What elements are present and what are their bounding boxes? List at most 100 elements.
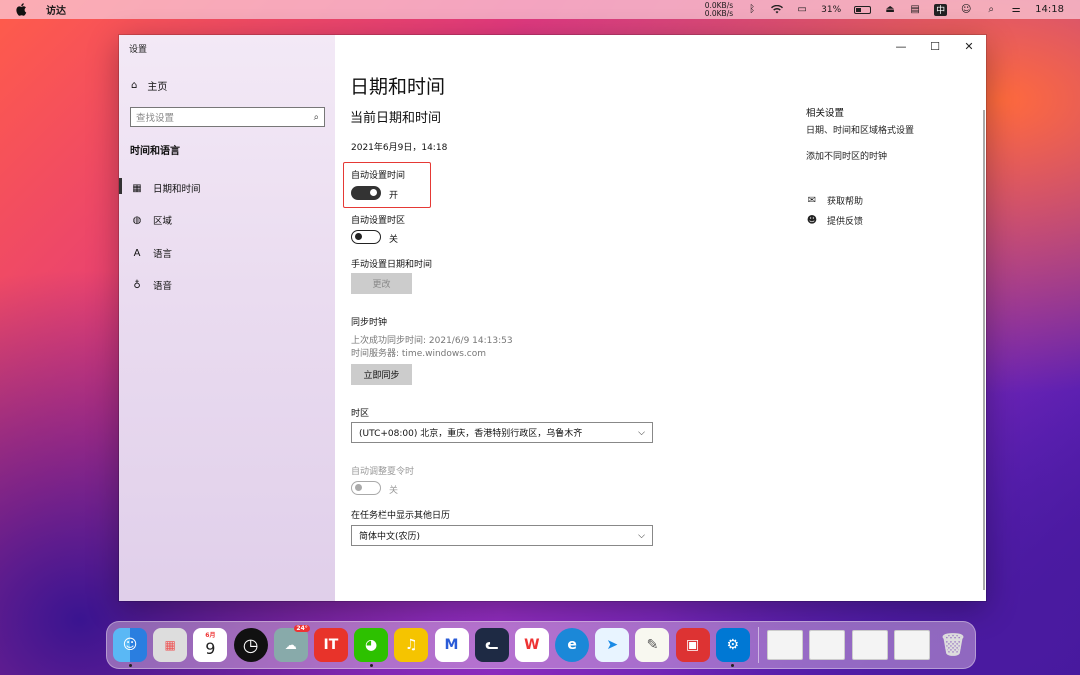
minimized-window-thumb[interactable] [809, 630, 846, 660]
net-down-speed: 0.0KB/s [704, 8, 734, 18]
mindmaster-icon[interactable]: M [434, 628, 469, 662]
search-icon[interactable]: ⌕ [314, 112, 319, 123]
menu-clock[interactable]: 14:18 [1035, 4, 1064, 15]
running-indicator [731, 664, 735, 667]
sync-title: 同步时钟 [351, 318, 388, 328]
launchpad-icon[interactable]: ▦ [153, 628, 188, 662]
calendar-value: 简体中文(农历) [359, 532, 421, 542]
scrollbar[interactable] [983, 110, 985, 590]
home-icon: ⌂ [131, 80, 138, 91]
feedback-icon: ☻ [806, 215, 818, 226]
minimized-window-thumb[interactable] [851, 630, 888, 660]
it-home-icon[interactable]: IT [313, 628, 348, 662]
get-help-label: 获取帮助 [827, 197, 864, 207]
close-button[interactable]: ✕ [952, 35, 986, 57]
apple-icon[interactable] [16, 3, 28, 17]
sidebar-item-date-time[interactable]: ▦ 日期和时间 [119, 178, 201, 195]
microphone-icon: ♁ [133, 279, 141, 291]
auto-time-state: 开 [389, 191, 399, 201]
settings-sidebar: 设置 ⌂ 主页 查找设置 ⌕ 时间和语言 ▦ 日期和时间 ◍ 区域 A 语言 ♁… [119, 35, 335, 601]
page-title: 日期和时间 [350, 76, 446, 98]
send-icon[interactable]: ➤ [595, 628, 630, 662]
change-button[interactable]: 更改 [351, 273, 412, 294]
window-title: 设置 [129, 45, 148, 55]
sidebar-item-speech[interactable]: ♁ 语音 [119, 278, 172, 293]
spotlight-search-icon[interactable]: ⌕ [985, 4, 997, 15]
settings-search-box[interactable]: 查找设置 ⌕ [130, 107, 325, 127]
dock-separator [758, 627, 759, 663]
window-controls: — ☐ ✕ [884, 35, 986, 57]
minimize-button[interactable]: — [884, 35, 918, 57]
sidebar-home-label: 主页 [147, 82, 168, 93]
section-current-date-time: 当前日期和时间 [350, 111, 442, 126]
sync-now-button[interactable]: 立即同步 [351, 364, 412, 385]
other-calendar-label: 在任务栏中显示其他日历 [351, 511, 451, 521]
edge-icon[interactable]: e [555, 628, 590, 662]
dock-calendar-day: 9 [205, 639, 216, 658]
wechat-icon[interactable]: ◕ [354, 628, 389, 667]
chevron-down-icon: ⌵ [638, 427, 645, 438]
dock: ☺ ▦ 6月 9 ◷ ☁ 24° IT ◕ ♫ M ᓚ W e ➤ ✎ ▣ ⚙ … [106, 621, 976, 669]
toggle-knob [370, 189, 377, 196]
mirror-icon[interactable]: ▤ [909, 4, 921, 15]
calendar-select[interactable]: 简体中文(农历) ⌵ [351, 525, 653, 546]
running-indicator [128, 664, 132, 667]
airplay-icon[interactable]: ⏏ [884, 4, 896, 15]
auto-time-label: 自动设置时间 [351, 171, 406, 181]
settings-gear-icon[interactable]: ⚙ [715, 628, 750, 667]
auto-timezone-label: 自动设置时区 [351, 216, 406, 226]
wps-icon[interactable]: W [514, 628, 549, 662]
input-method-indicator[interactable]: 中 [934, 3, 948, 16]
dst-toggle[interactable] [351, 481, 381, 495]
dst-label: 自动调整夏令时 [351, 467, 415, 477]
display-icon[interactable]: ▭ [796, 4, 808, 15]
menu-bar: 访达 0.0KB/s 0.0KB/s ᛒ ▭ 31% ⏏ ▤ 中 ☺ ⌕ ⚌ 1… [0, 0, 1080, 19]
weather-app-icon[interactable]: ☁ 24° [273, 625, 310, 662]
battery-icon[interactable] [854, 5, 872, 14]
search-input[interactable]: 查找设置 [136, 110, 314, 124]
minimized-window-thumb[interactable] [893, 630, 930, 660]
clock-app-icon[interactable]: ◷ [233, 628, 268, 662]
sidebar-item-region[interactable]: ◍ 区域 [119, 213, 172, 228]
toggle-knob [355, 233, 362, 240]
finder-icon[interactable]: ☺ [113, 628, 147, 667]
maximize-button[interactable]: ☐ [918, 35, 952, 57]
auto-timezone-state: 关 [389, 235, 399, 245]
sidebar-home[interactable]: ⌂ 主页 [131, 78, 167, 93]
running-indicator [369, 664, 373, 667]
manual-datetime-label: 手动设置日期和时间 [351, 260, 433, 270]
user-icon[interactable]: ☺ [960, 4, 972, 15]
region-format-link[interactable]: 日期、时间和区域格式设置 [806, 123, 914, 136]
globe-icon: ◍ [132, 214, 142, 226]
battery-percent[interactable]: 31% [821, 5, 841, 15]
get-help-link[interactable]: ✉ 获取帮助 [806, 194, 863, 207]
last-sync-text: 上次成功同步时间: 2021/6/9 14:13:53 [351, 336, 513, 346]
cat-app-icon[interactable]: ᓚ [474, 628, 509, 662]
active-app-name[interactable]: 访达 [46, 2, 66, 17]
feedback-link[interactable]: ☻ 提供反馈 [806, 214, 863, 227]
control-center-icon[interactable]: ⚌ [1010, 4, 1022, 15]
qq-music-icon[interactable]: ♫ [394, 628, 429, 662]
related-settings-title: 相关设置 [806, 108, 845, 119]
parallels-icon[interactable]: ▣ [675, 628, 710, 662]
add-clocks-link[interactable]: 添加不同时区的时钟 [806, 149, 887, 162]
settings-window: 设置 ⌂ 主页 查找设置 ⌕ 时间和语言 ▦ 日期和时间 ◍ 区域 A 语言 ♁… [119, 35, 986, 601]
calendar-app-icon[interactable]: 6月 9 [193, 628, 228, 662]
notes-icon[interactable]: ✎ [635, 628, 670, 662]
toggle-knob [355, 484, 362, 491]
bluetooth-icon[interactable]: ᛒ [746, 4, 758, 15]
wifi-icon[interactable] [771, 4, 784, 15]
timezone-label: 时区 [351, 409, 370, 419]
auto-timezone-toggle[interactable] [351, 230, 381, 244]
minimized-window-thumb[interactable] [767, 630, 804, 660]
current-datetime: 2021年6月9日，14:18 [351, 143, 448, 153]
sidebar-item-label: 日期和时间 [153, 184, 201, 195]
auto-time-toggle[interactable] [351, 186, 381, 200]
sidebar-item-label: 语言 [153, 249, 173, 260]
timezone-select[interactable]: (UTC+08:00) 北京，重庆，香港特别行政区，乌鲁木齐 ⌵ [351, 422, 653, 443]
sidebar-item-language[interactable]: A 语言 [119, 246, 173, 261]
trash-icon[interactable]: 🗑 [936, 628, 970, 662]
weather-temp: 24° [294, 625, 310, 632]
timezone-value: (UTC+08:00) 北京，重庆，香港特别行政区，乌鲁木齐 [359, 429, 583, 439]
network-speed[interactable]: 0.0KB/s 0.0KB/s [705, 2, 733, 17]
